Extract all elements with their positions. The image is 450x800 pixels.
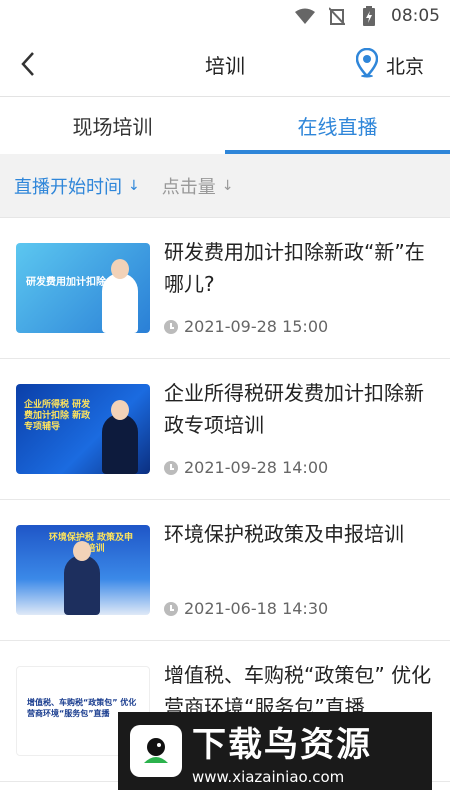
sort-label: 直播开始时间 — [14, 176, 122, 198]
city-selector[interactable]: 北京 — [355, 47, 424, 82]
live-list: 研发费用加计扣除 研发费用加计扣除新政“新”在哪儿? 2021-09-28 15… — [0, 218, 450, 782]
video-thumbnail: 研发费用加计扣除 — [16, 243, 150, 333]
tab-bar: 现场培训 在线直播 — [0, 96, 450, 154]
item-title: 研发费用加计扣除新政“新”在哪儿? — [164, 240, 425, 296]
watermark-text: 下载鸟资源 www.xiazainiao.com — [192, 717, 372, 786]
item-date: 2021-09-28 14:00 — [184, 458, 329, 477]
video-thumbnail: 企业所得税 研发费加计扣除 新政专项辅导 — [16, 384, 150, 474]
clock-icon — [164, 601, 178, 616]
item-date: 2021-09-28 15:00 — [184, 317, 329, 336]
thumbnail-text: 环境保护税 政策及申报培训 — [48, 533, 134, 554]
item-meta: 2021-06-18 14:30 — [164, 599, 328, 618]
sort-by-start-time[interactable]: 直播开始时间 ↓ — [14, 173, 140, 199]
item-meta: 2021-09-28 15:00 — [164, 317, 328, 336]
watermark-url: www.xiazainiao.com — [192, 767, 345, 786]
bird-logo-icon — [130, 725, 182, 777]
video-thumbnail: 环境保护税 政策及申报培训 — [16, 525, 150, 615]
clock-icon — [164, 319, 178, 334]
status-bar: 08:05 — [0, 0, 450, 32]
battery-charging-icon — [359, 6, 379, 26]
item-title: 企业所得税研发费加计扣除新政专项培训 — [164, 381, 424, 437]
status-time: 08:05 — [391, 6, 440, 26]
city-label: 北京 — [385, 55, 424, 78]
wifi-icon — [295, 6, 315, 26]
sort-by-clicks[interactable]: 点击量 ↓ — [162, 173, 234, 199]
tab-online-live[interactable]: 在线直播 — [225, 97, 450, 154]
list-item[interactable]: 企业所得税 研发费加计扣除 新政专项辅导 企业所得税研发费加计扣除新政专项培训 … — [0, 359, 450, 500]
presenter-image — [102, 400, 138, 474]
clock-icon — [164, 460, 178, 475]
watermark-banner: 下载鸟资源 www.xiazainiao.com — [118, 712, 432, 790]
list-item[interactable]: 研发费用加计扣除 研发费用加计扣除新政“新”在哪儿? 2021-09-28 15… — [0, 218, 450, 359]
thumbnail-text: 企业所得税 研发费加计扣除 新政专项辅导 — [24, 400, 91, 432]
location-pin-icon — [355, 47, 379, 82]
arrow-down-icon: ↓ — [221, 177, 234, 194]
app-header: 培训 北京 — [0, 32, 450, 96]
thumbnail-text: 研发费用加计扣除 — [26, 277, 106, 288]
watermark-title: 下载鸟资源 — [192, 724, 372, 765]
tab-onsite-training[interactable]: 现场培训 — [0, 97, 225, 154]
item-info: 环境保护税政策及申报培训 2021-06-18 14:30 — [164, 500, 450, 640]
presenter-image — [102, 259, 138, 333]
no-signal-icon — [327, 6, 347, 26]
item-info: 企业所得税研发费加计扣除新政专项培训 2021-09-28 14:00 — [164, 359, 450, 499]
item-date: 2021-06-18 14:30 — [184, 599, 329, 618]
presenter-image — [64, 541, 100, 615]
item-meta: 2021-09-28 14:00 — [164, 458, 328, 477]
list-item[interactable]: 环境保护税 政策及申报培训 环境保护税政策及申报培训 2021-06-18 14… — [0, 500, 450, 641]
item-title: 环境保护税政策及申报培训 — [164, 522, 404, 546]
sort-bar: 直播开始时间 ↓ 点击量 ↓ — [0, 154, 450, 218]
item-info: 研发费用加计扣除新政“新”在哪儿? 2021-09-28 15:00 — [164, 218, 450, 358]
sort-label: 点击量 — [161, 176, 216, 198]
arrow-down-icon: ↓ — [128, 177, 140, 194]
